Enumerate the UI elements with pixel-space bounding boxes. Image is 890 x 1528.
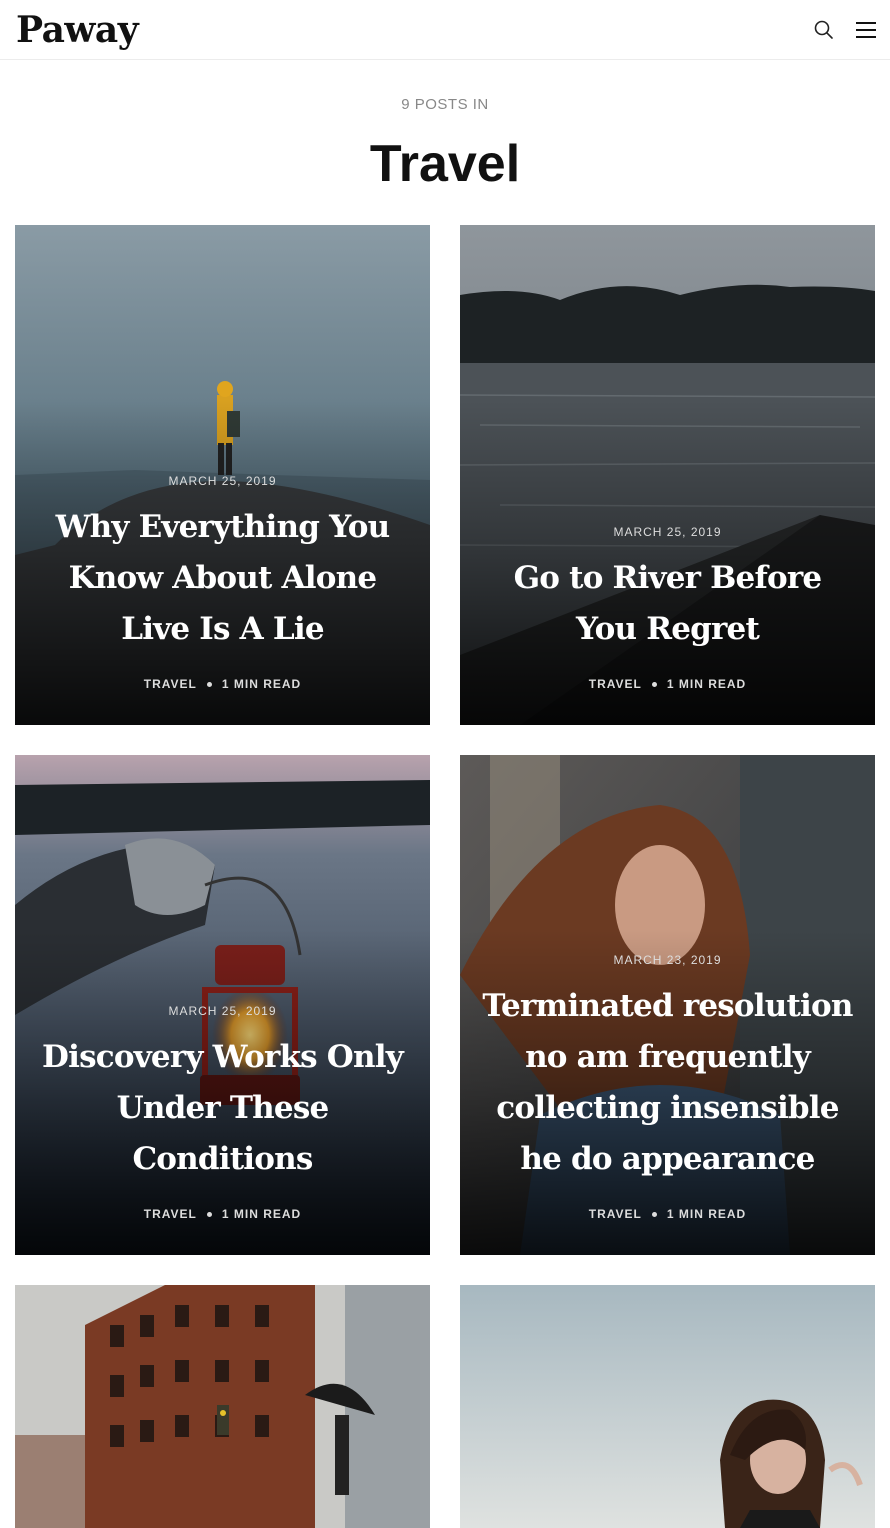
- post-content: MARCH 25, 2019 Why Everything You Know A…: [15, 474, 430, 691]
- post-card[interactable]: MARCH 25, 2019 Why Everything You Know A…: [15, 225, 430, 725]
- separator-dot: [651, 682, 657, 688]
- post-card[interactable]: [460, 1285, 875, 1528]
- post-date: MARCH 25, 2019: [168, 1004, 277, 1018]
- post-meta: TRAVEL 1 MIN READ: [482, 677, 853, 691]
- post-date: MARCH 23, 2019: [613, 953, 722, 967]
- post-date: MARCH 25, 2019: [613, 525, 722, 539]
- site-logo[interactable]: Paway: [16, 6, 139, 54]
- post-meta: TRAVEL 1 MIN READ: [37, 677, 408, 691]
- post-content: MARCH 25, 2019 Go to River Before You Re…: [460, 525, 875, 691]
- read-time: 1 MIN READ: [666, 1207, 747, 1221]
- post-image: [460, 1285, 875, 1528]
- post-card[interactable]: [15, 1285, 430, 1528]
- read-time: 1 MIN READ: [221, 677, 302, 691]
- hamburger-menu-icon[interactable]: [854, 18, 878, 42]
- post-count-label: 9 POSTS IN: [401, 96, 489, 113]
- post-title[interactable]: Go to River Before You Regret: [482, 553, 853, 655]
- post-tag[interactable]: TRAVEL: [144, 677, 197, 691]
- post-tag[interactable]: TRAVEL: [144, 1207, 197, 1221]
- post-tag[interactable]: TRAVEL: [589, 1207, 642, 1221]
- post-date: MARCH 25, 2019: [168, 474, 277, 488]
- search-icon[interactable]: [812, 18, 836, 42]
- tag-title: Travel: [369, 135, 521, 193]
- post-content: MARCH 23, 2019 Terminated resolution no …: [460, 953, 875, 1221]
- separator-dot: [206, 1212, 212, 1218]
- post-image: [15, 1285, 430, 1528]
- separator-dot: [206, 682, 212, 688]
- post-card[interactable]: MARCH 25, 2019 Discovery Works Only Unde…: [15, 755, 430, 1255]
- post-title[interactable]: Why Everything You Know About Alone Live…: [37, 502, 408, 655]
- site-header: Paway: [0, 0, 890, 60]
- post-content: MARCH 25, 2019 Discovery Works Only Unde…: [15, 1004, 430, 1221]
- read-time: 1 MIN READ: [666, 677, 747, 691]
- post-card[interactable]: MARCH 25, 2019 Go to River Before You Re…: [460, 225, 875, 725]
- post-card[interactable]: MARCH 23, 2019 Terminated resolution no …: [460, 755, 875, 1255]
- post-meta: TRAVEL 1 MIN READ: [482, 1207, 853, 1221]
- separator-dot: [651, 1212, 657, 1218]
- post-title[interactable]: Terminated resolution no am frequently c…: [482, 981, 853, 1185]
- post-tag[interactable]: TRAVEL: [589, 677, 642, 691]
- read-time: 1 MIN READ: [221, 1207, 302, 1221]
- post-title[interactable]: Discovery Works Only Under These Conditi…: [37, 1032, 408, 1185]
- post-meta: TRAVEL 1 MIN READ: [37, 1207, 408, 1221]
